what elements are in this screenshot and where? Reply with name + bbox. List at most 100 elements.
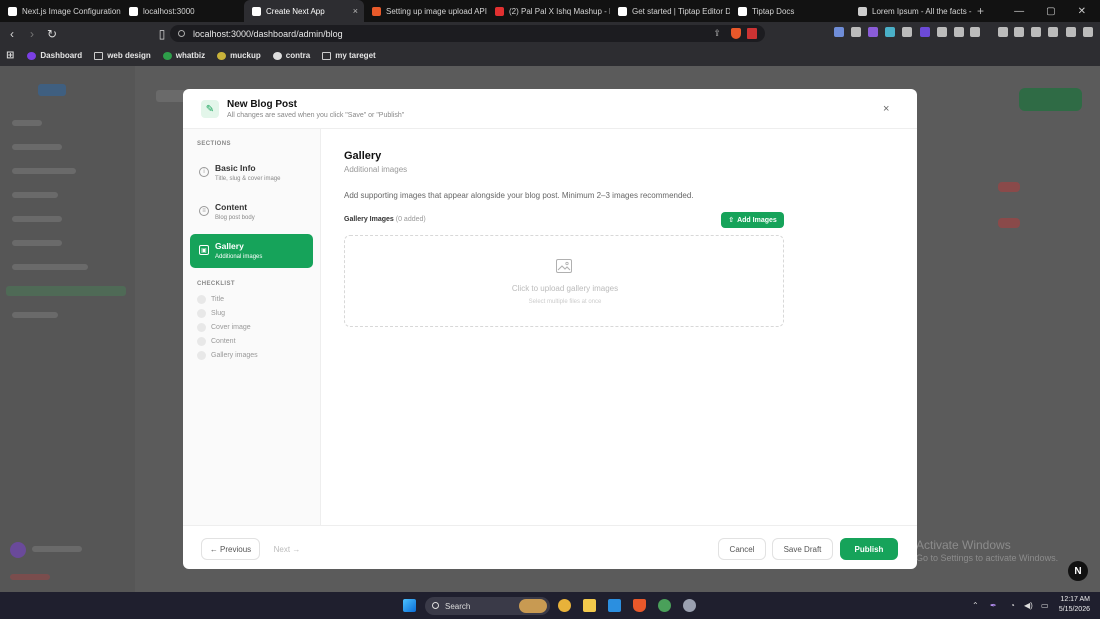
extension-icon[interactable] bbox=[885, 27, 895, 37]
browser-tab[interactable]: (2) Pal Pal X Ishq Mashup - Pil bbox=[487, 0, 610, 22]
save-draft-button[interactable]: Save Draft bbox=[772, 538, 833, 560]
close-window-button[interactable]: ✕ bbox=[1078, 6, 1086, 17]
address-bar-row: ‹ › ↻ ▯ localhost:3000/dashboard/admin/b… bbox=[0, 22, 1100, 45]
wifi-icon[interactable]: ◔ bbox=[1010, 601, 1015, 610]
menu-icon[interactable] bbox=[1083, 27, 1093, 37]
watermark-title: Activate Windows bbox=[916, 538, 1011, 552]
gallery-label-text: Gallery Images bbox=[344, 216, 394, 223]
extension-icon[interactable] bbox=[970, 27, 980, 37]
checklist-item: Slug bbox=[197, 309, 225, 318]
vscode-icon[interactable] bbox=[608, 599, 621, 612]
reload-icon[interactable]: ↻ bbox=[44, 27, 60, 41]
section-description: Add supporting images that appear alongs… bbox=[344, 191, 694, 200]
share-icon[interactable]: ⇪ bbox=[713, 28, 721, 39]
close-tab-icon[interactable]: × bbox=[353, 6, 358, 16]
whatbiz-icon bbox=[162, 51, 172, 60]
dimmed-line bbox=[12, 240, 62, 246]
minimize-button[interactable]: — bbox=[1014, 6, 1024, 17]
browser-tab[interactable]: Tiptap Docs bbox=[730, 0, 850, 22]
dimmed-badge bbox=[998, 218, 1020, 228]
checklist-circle-icon bbox=[197, 309, 206, 318]
add-images-button[interactable]: ⇧ Add Images bbox=[721, 212, 784, 228]
system-clock[interactable]: 12:17 AM 5/15/2026 bbox=[1059, 595, 1090, 615]
extensions-icon[interactable] bbox=[1048, 27, 1058, 37]
tab-favicon-icon bbox=[372, 6, 381, 16]
bookmark-label: web design bbox=[107, 51, 151, 60]
bookmark-item[interactable]: contra bbox=[272, 51, 310, 60]
cancel-button[interactable]: Cancel bbox=[718, 538, 766, 560]
tab-label: localhost:3000 bbox=[143, 6, 195, 16]
vpn-icon[interactable] bbox=[1066, 27, 1076, 37]
browser-tab[interactable]: Create Next App × bbox=[244, 0, 364, 22]
bookmark-item[interactable]: Dashboard bbox=[27, 51, 82, 60]
extension-icon[interactable] bbox=[954, 27, 964, 37]
new-tab-button[interactable]: + bbox=[977, 4, 984, 18]
extension-icon[interactable] bbox=[937, 27, 947, 37]
url-text: localhost:3000/dashboard/admin/blog bbox=[193, 28, 343, 39]
taskbar-search[interactable]: Search bbox=[425, 597, 550, 615]
tab-label: Lorem Ipsum - All the facts - Li bbox=[872, 6, 973, 16]
tray-chevron-icon[interactable]: ⌃ bbox=[972, 601, 979, 610]
checklist-label: Title bbox=[211, 296, 224, 303]
wallet-icon[interactable] bbox=[1031, 27, 1041, 37]
tab-favicon-icon bbox=[495, 6, 504, 16]
modal-sidebar: SECTIONS i Basic Info Title, slug & cover … bbox=[183, 129, 321, 525]
checklist-circle-icon bbox=[197, 337, 206, 346]
section-nav-label: Content bbox=[215, 202, 248, 212]
folder-icon bbox=[322, 51, 332, 60]
section-nav-item[interactable]: i Basic Info Title, slug & cover image bbox=[190, 156, 313, 190]
checklist-circle-icon bbox=[197, 323, 206, 332]
nextjs-devtools-icon[interactable]: N bbox=[1068, 561, 1088, 581]
browser-tab[interactable]: localhost:3000 bbox=[121, 0, 244, 22]
back-icon[interactable]: ‹ bbox=[4, 27, 20, 41]
next-button[interactable]: Next → bbox=[265, 538, 309, 560]
bookmarks-bar: ⊞ Dashboard web design whatbiz muckup contra… bbox=[0, 45, 1100, 66]
gallery-dropzone[interactable]: Click to upload gallery images Select mu… bbox=[344, 235, 784, 327]
settings-icon[interactable] bbox=[683, 599, 696, 612]
dashboard-icon bbox=[27, 51, 37, 60]
bookmark-item[interactable]: web design bbox=[94, 51, 151, 60]
extension-icon[interactable] bbox=[902, 27, 912, 37]
checklist-item: Title bbox=[197, 295, 224, 304]
url-input[interactable]: localhost:3000/dashboard/admin/blog ⇪ bbox=[170, 25, 765, 42]
brave-browser-icon[interactable] bbox=[633, 599, 646, 612]
pen-icon[interactable]: ✒ bbox=[990, 601, 997, 610]
section-nav-item[interactable]: ≡ Content Blog post body bbox=[190, 195, 313, 229]
windows-start-icon[interactable] bbox=[403, 599, 416, 612]
extension-icon[interactable] bbox=[920, 27, 930, 37]
battery-icon[interactable]: ▭ bbox=[1041, 601, 1049, 610]
bookmark-icon[interactable]: ▯ bbox=[154, 27, 170, 41]
extension-icon[interactable] bbox=[851, 27, 861, 37]
browser-tab[interactable]: Lorem Ipsum - All the facts - Li bbox=[850, 0, 973, 22]
site-info-icon[interactable] bbox=[178, 30, 185, 37]
sidebar-icon[interactable] bbox=[1014, 27, 1024, 37]
file-explorer-icon[interactable] bbox=[583, 599, 596, 612]
volume-icon[interactable]: ◀) bbox=[1024, 601, 1033, 610]
close-modal-button[interactable]: × bbox=[883, 103, 889, 115]
dimmed-line bbox=[12, 216, 62, 222]
browser-tab[interactable]: Get started | Tiptap Editor Doc bbox=[610, 0, 730, 22]
brave-rewards-icon[interactable] bbox=[747, 28, 757, 39]
bookmark-item[interactable]: muckup bbox=[217, 51, 261, 60]
music-icon[interactable] bbox=[998, 27, 1008, 37]
forward-icon[interactable]: › bbox=[24, 27, 40, 41]
section-nav-item[interactable]: ▣ Gallery Additional images bbox=[190, 234, 313, 268]
extension-icon[interactable] bbox=[834, 27, 844, 37]
browser-tab[interactable]: Setting up image upload API fl bbox=[364, 0, 487, 22]
previous-button[interactable]: ← Previous bbox=[201, 538, 260, 560]
dimmed-line bbox=[12, 120, 42, 126]
maximize-button[interactable]: ▢ bbox=[1046, 6, 1055, 17]
bookmark-item[interactable]: whatbiz bbox=[162, 51, 205, 60]
publish-button[interactable]: Publish bbox=[840, 538, 898, 560]
chrome-icon[interactable] bbox=[558, 599, 571, 612]
extension-icon[interactable] bbox=[868, 27, 878, 37]
search-label: Search bbox=[445, 601, 471, 611]
bookmark-item[interactable]: my tareget bbox=[322, 51, 376, 60]
chrome-profile-icon[interactable] bbox=[658, 599, 671, 612]
brave-shields-icon[interactable] bbox=[731, 28, 741, 39]
tab-favicon-icon bbox=[129, 6, 138, 16]
dimmed-line bbox=[6, 286, 126, 296]
browser-tab[interactable]: Next.js Image Configuration bbox=[0, 0, 121, 22]
apps-grid-icon[interactable]: ⊞ bbox=[6, 50, 14, 61]
sections-label: SECTIONS bbox=[197, 141, 231, 147]
